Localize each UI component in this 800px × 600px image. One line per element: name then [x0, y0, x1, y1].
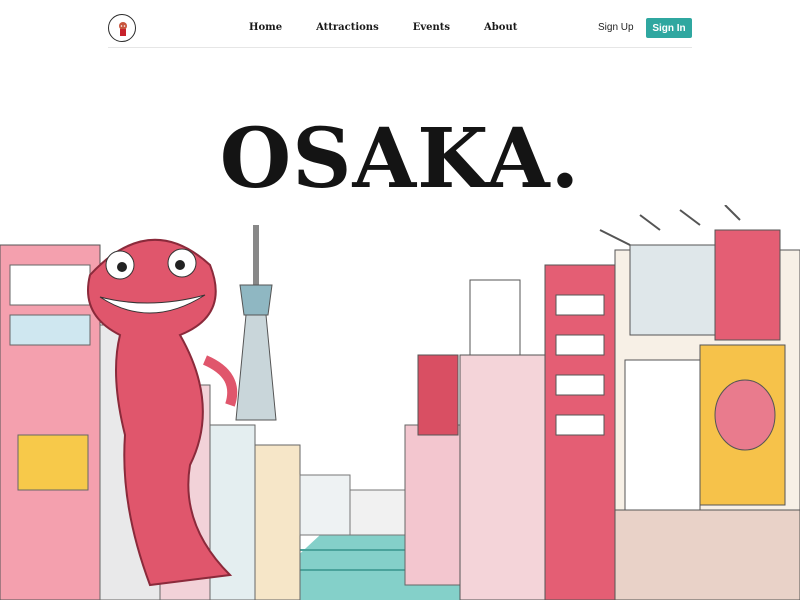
- top-navbar: Home Attractions Events About Sign Up Si…: [108, 12, 692, 48]
- nav-link-events[interactable]: Events: [413, 22, 450, 33]
- nav-links: Home Attractions Events About: [249, 22, 551, 33]
- sign-up-link[interactable]: Sign Up: [598, 22, 634, 33]
- hero-title: OSAKA.: [219, 111, 581, 207]
- nav-link-home[interactable]: Home: [249, 22, 282, 33]
- logo-mascot-icon[interactable]: [108, 14, 136, 42]
- nav-link-about[interactable]: About: [484, 22, 517, 33]
- nav-link-attractions[interactable]: Attractions: [316, 22, 379, 33]
- osaka-street-illustration: [0, 205, 800, 600]
- sign-in-button[interactable]: Sign In: [646, 18, 692, 38]
